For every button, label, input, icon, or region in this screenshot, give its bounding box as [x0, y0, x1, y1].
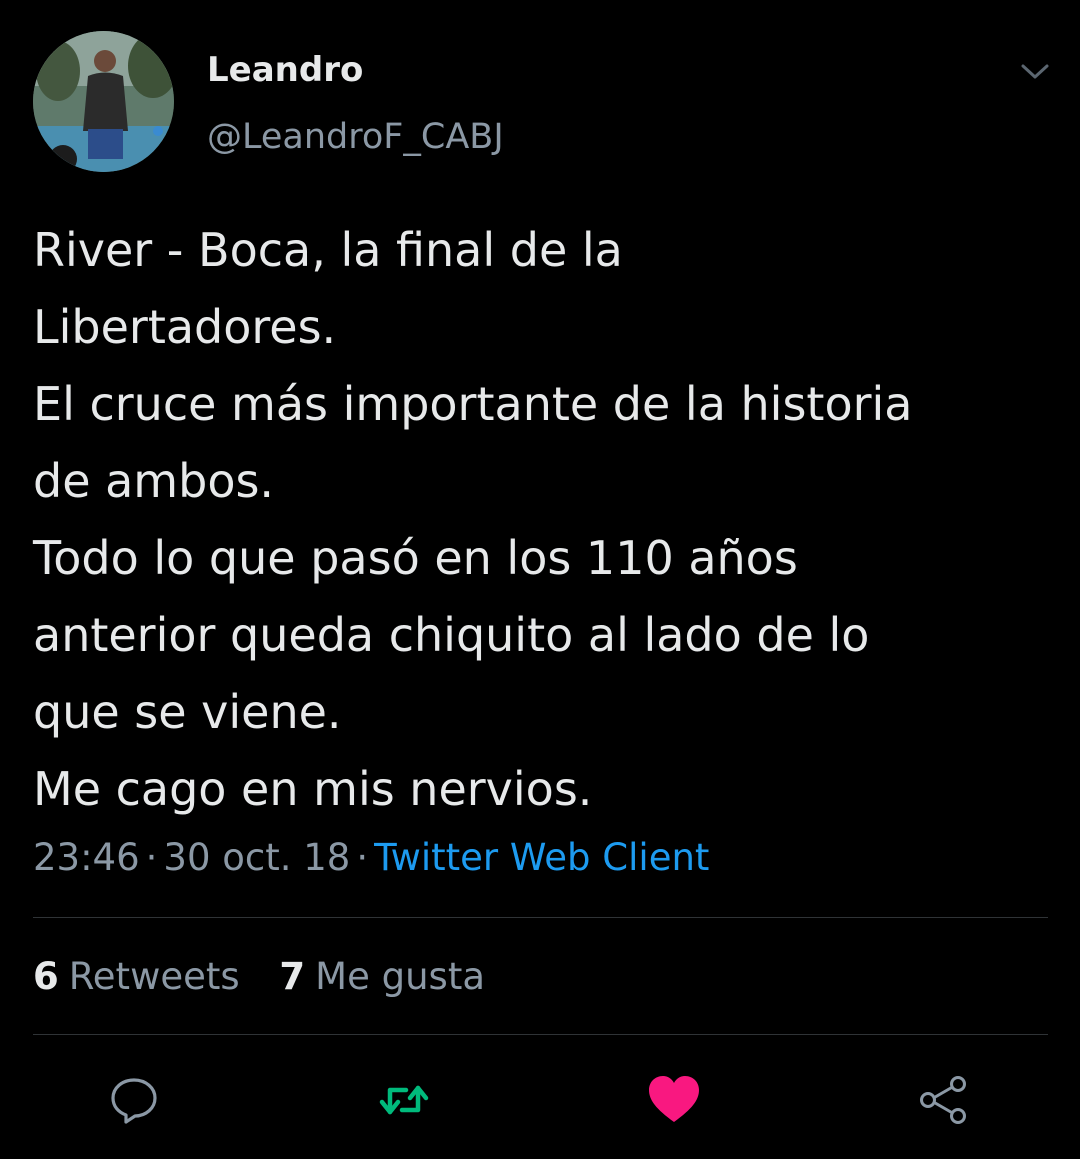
- retweet-icon: [379, 1085, 429, 1115]
- heart-icon: [649, 1076, 699, 1122]
- more-options-button[interactable]: [1017, 56, 1053, 86]
- tweet-text-line: Me cago en mis nervios.: [33, 762, 593, 816]
- tweet-text-line: River - Boca, la final de la: [33, 223, 623, 277]
- divider: [33, 1034, 1048, 1035]
- profile-photo: [33, 31, 174, 172]
- tweet-text-line: que se viene.: [33, 685, 342, 739]
- avatar[interactable]: [33, 31, 174, 172]
- tweet-date[interactable]: 30 oct. 18: [163, 836, 350, 879]
- likes-count: 7: [279, 955, 306, 998]
- tweet-text-line: El cruce más importante de la historia: [33, 377, 913, 431]
- divider: [33, 917, 1048, 918]
- retweets-stat[interactable]: 6 Retweets: [33, 953, 240, 1001]
- reply-button[interactable]: [106, 1072, 162, 1128]
- meta-separator: ·: [356, 836, 369, 879]
- tweet-text-line: anterior queda chiquito al lado de lo: [33, 608, 870, 662]
- user-handle[interactable]: @LeandroF_CABJ: [207, 116, 504, 158]
- meta-separator: ·: [145, 836, 158, 879]
- share-icon: [920, 1076, 966, 1124]
- tweet-text: River - Boca, la final de la Libertadore…: [33, 212, 1053, 828]
- retweets-count: 6: [33, 955, 59, 998]
- tweet-text-line: de ambos.: [33, 454, 275, 508]
- tweet-text-line: Todo lo que pasó en los 110 años: [33, 531, 798, 585]
- chevron-down-icon: [1021, 64, 1049, 79]
- display-name[interactable]: Leandro: [207, 50, 363, 90]
- tweet-detail: Leandro @LeandroF_CABJ River - Boca, la …: [0, 0, 1080, 1159]
- share-button[interactable]: [916, 1072, 972, 1128]
- tweet-time[interactable]: 23:46: [33, 836, 140, 879]
- reply-icon: [111, 1078, 157, 1124]
- retweets-label: Retweets: [68, 955, 240, 998]
- retweet-button[interactable]: [376, 1072, 432, 1128]
- tweet-meta: 23:46 · 30 oct. 18 · Twitter Web Client: [33, 835, 709, 881]
- tweet-stats: 6 Retweets 7 Me gusta: [33, 953, 513, 1001]
- like-button[interactable]: [646, 1072, 702, 1128]
- tweet-text-line: Libertadores.: [33, 300, 337, 354]
- tweet-source-link[interactable]: Twitter Web Client: [374, 836, 709, 879]
- likes-stat[interactable]: 7 Me gusta: [279, 953, 485, 1001]
- likes-label: Me gusta: [315, 955, 485, 998]
